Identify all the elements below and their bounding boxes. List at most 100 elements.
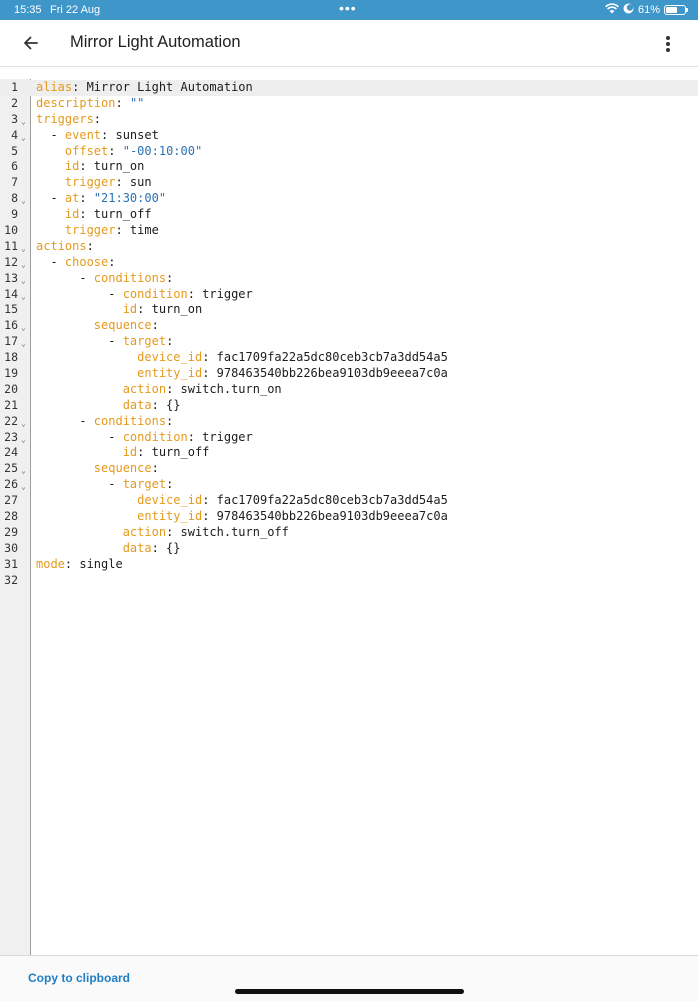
code-line[interactable]: 23 ⌄ - condition: trigger xyxy=(0,430,698,446)
code-text: trigger: sun xyxy=(36,175,152,191)
yaml-text: : turn_on xyxy=(79,159,145,174)
code-text: - target: xyxy=(36,334,173,350)
line-number: 1 xyxy=(11,80,18,94)
code-line[interactable]: 32 xyxy=(0,573,698,589)
line-number: 26 xyxy=(4,477,18,492)
code-line[interactable]: 17 ⌄ - target: xyxy=(0,334,698,350)
yaml-text: : xyxy=(166,413,174,428)
yaml-string: "-00:10:00" xyxy=(122,143,203,158)
yaml-editor[interactable]: 1 alias: Mirror Light Automation 2 descript… xyxy=(0,79,698,955)
yaml-key: condition xyxy=(122,286,188,301)
yaml-text: : switch.turn_on xyxy=(166,381,282,396)
code-text: alias: Mirror Light Automation xyxy=(36,80,253,96)
yaml-text xyxy=(36,493,137,507)
yaml-text: : turn_off xyxy=(79,207,152,222)
yaml-text: : fac1709fa22a5dc80ceb3cb7a3dd54a5 xyxy=(202,350,448,365)
yaml-text xyxy=(36,144,65,158)
yaml-text: : xyxy=(166,270,174,285)
code-text: - at: "21:30:00" xyxy=(36,191,166,207)
code-line[interactable]: 9 id: turn_off xyxy=(0,207,698,223)
yaml-key: id xyxy=(122,445,138,460)
code-line[interactable]: 3 ⌄ triggers: xyxy=(0,112,698,128)
yaml-key: event xyxy=(64,127,102,142)
yaml-key: choose xyxy=(64,254,109,269)
code-text: - event: sunset xyxy=(36,127,158,144)
code-line[interactable]: 6 id: turn_on xyxy=(0,159,698,175)
code-text: data: {} xyxy=(36,541,181,557)
line-number: 2 xyxy=(11,95,18,110)
yaml-text: : {} xyxy=(151,397,181,412)
yaml-text: : xyxy=(166,477,174,492)
yaml-text xyxy=(36,445,123,459)
yaml-text: : turn_on xyxy=(137,302,203,317)
yaml-key: trigger xyxy=(64,175,116,190)
yaml-key: description xyxy=(36,95,116,110)
code-line[interactable]: 15 id: turn_on xyxy=(0,302,698,318)
yaml-text: : time xyxy=(115,223,159,238)
line-number: 8 xyxy=(11,191,18,206)
line-number: 10 xyxy=(4,223,18,238)
yaml-text: : xyxy=(108,254,116,269)
arrow-left-icon[interactable] xyxy=(18,31,44,55)
code-line[interactable]: 29 action: switch.turn_off xyxy=(0,525,698,541)
code-text: offset: "-00:10:00" xyxy=(36,144,202,160)
code-text: - conditions: xyxy=(36,414,173,430)
code-line[interactable]: 1 alias: Mirror Light Automation xyxy=(0,80,698,96)
yaml-key: target xyxy=(122,334,167,349)
multitasking-dots[interactable]: ••• xyxy=(339,0,357,16)
code-line[interactable]: 12 ⌄ - choose: xyxy=(0,255,698,271)
code-line[interactable]: 24 id: turn_off xyxy=(0,445,698,461)
line-number: 6 xyxy=(11,159,18,174)
code-line[interactable]: 16 ⌄ sequence: xyxy=(0,318,698,334)
copy-to-clipboard-button[interactable]: Copy to clipboard xyxy=(28,971,130,985)
yaml-text: - xyxy=(36,127,65,142)
code-line[interactable]: 20 action: switch.turn_on xyxy=(0,382,698,398)
code-line[interactable]: 8 ⌄ - at: "21:30:00" xyxy=(0,191,698,207)
yaml-key: device_id xyxy=(137,350,203,365)
line-number: 23 xyxy=(4,429,18,444)
code-line[interactable]: 11 ⌄ actions: xyxy=(0,239,698,255)
yaml-key: offset xyxy=(64,143,109,158)
code-text: - choose: xyxy=(36,254,116,271)
line-number: 21 xyxy=(4,397,18,412)
yaml-text: : 978463540bb226bea9103db9eeea7c0a xyxy=(202,509,448,524)
code-line[interactable]: 25 ⌄ sequence: xyxy=(0,461,698,477)
yaml-text xyxy=(36,159,65,173)
line-number: 19 xyxy=(4,366,18,381)
code-line[interactable]: 18 device_id: fac1709fa22a5dc80ceb3cb7a3… xyxy=(0,350,698,366)
line-number: 28 xyxy=(4,509,18,524)
yaml-text xyxy=(36,350,137,364)
code-line[interactable]: 21 data: {} xyxy=(0,398,698,414)
code-line[interactable]: 30 data: {} xyxy=(0,541,698,557)
code-line[interactable]: 4 ⌄ - event: sunset xyxy=(0,128,698,144)
yaml-key: id xyxy=(64,207,80,222)
line-number: 32 xyxy=(4,572,18,587)
yaml-text: : sun xyxy=(115,175,152,190)
home-indicator xyxy=(235,989,464,994)
code-line[interactable]: 2 description: "" xyxy=(0,96,698,112)
code-line[interactable]: 5 offset: "-00:10:00" xyxy=(0,144,698,160)
battery-icon xyxy=(664,5,688,15)
code-line[interactable]: 14 ⌄ - condition: trigger xyxy=(0,287,698,303)
code-line[interactable]: 31 mode: single xyxy=(0,557,698,573)
yaml-text: : xyxy=(151,461,159,476)
yaml-text: : Mirror Light Automation xyxy=(72,80,253,94)
yaml-text xyxy=(36,223,65,237)
code-line[interactable]: 10 trigger: time xyxy=(0,223,698,239)
code-line[interactable]: 28 entity_id: 978463540bb226bea9103db9ee… xyxy=(0,509,698,525)
code-lines: 1 alias: Mirror Light Automation 2 descript… xyxy=(0,80,698,589)
more-vertical-icon[interactable] xyxy=(658,32,678,56)
code-line[interactable]: 13 ⌄ - conditions: xyxy=(0,271,698,287)
code-line[interactable]: 27 device_id: fac1709fa22a5dc80ceb3cb7a3… xyxy=(0,493,698,509)
code-line[interactable]: 7 trigger: sun xyxy=(0,175,698,191)
code-text: action: switch.turn_on xyxy=(36,382,282,398)
yaml-string: "21:30:00" xyxy=(93,191,167,206)
yaml-text: - xyxy=(36,270,94,285)
code-line[interactable]: 22 ⌄ - conditions: xyxy=(0,414,698,430)
yaml-text: : turn_off xyxy=(137,445,210,460)
code-line[interactable]: 26 ⌄ - target: xyxy=(0,477,698,493)
yaml-text: - xyxy=(36,413,94,428)
code-line[interactable]: 19 entity_id: 978463540bb226bea9103db9ee… xyxy=(0,366,698,382)
yaml-string: "" xyxy=(129,95,145,110)
yaml-text: : fac1709fa22a5dc80ceb3cb7a3dd54a5 xyxy=(202,493,448,508)
